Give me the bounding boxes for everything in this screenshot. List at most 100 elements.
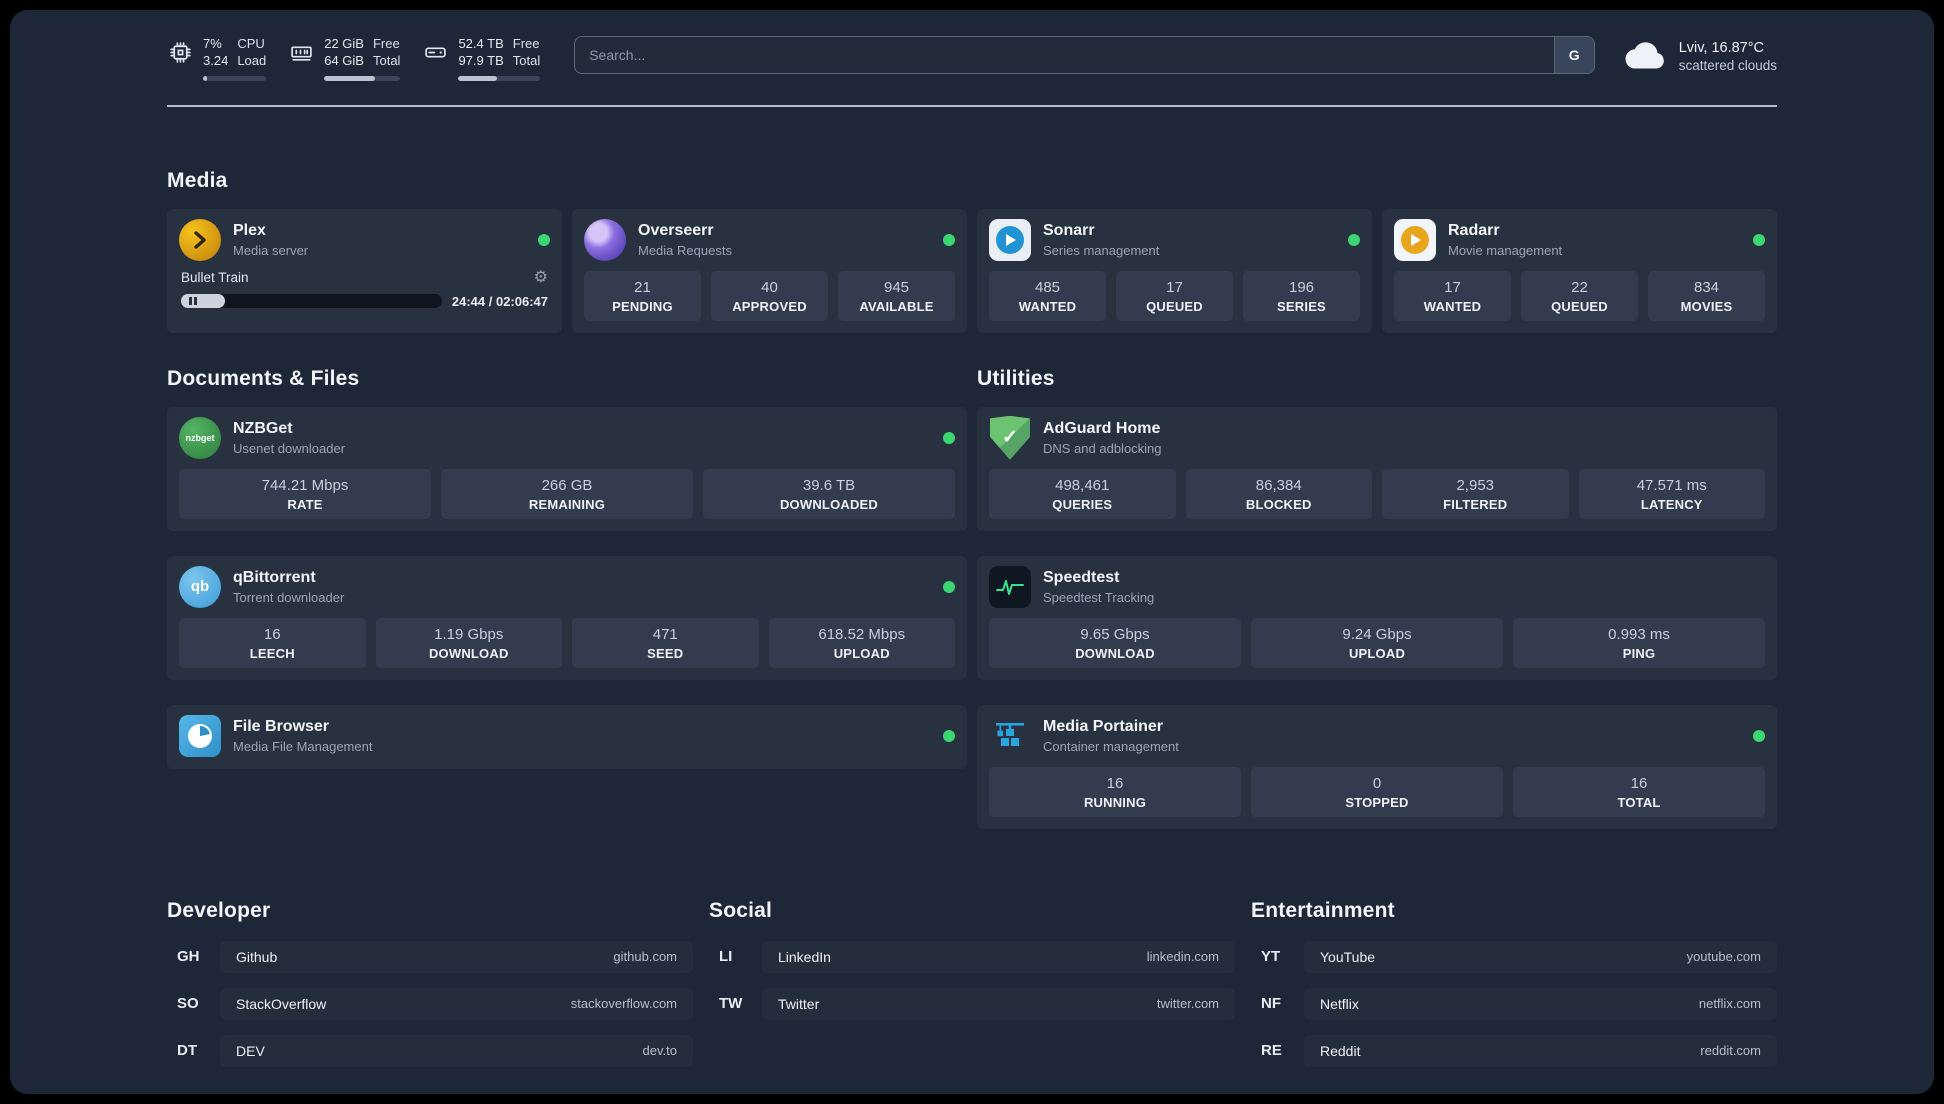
app-card-radarr[interactable]: Radarr Movie management 17 WANTED 22 QUE… [1382, 208, 1777, 333]
bookmark-abbr: GH [177, 948, 200, 966]
stats-row: 485 WANTED 17 QUEUED 196 SERIES [989, 270, 1360, 321]
cpu-progress-bar [203, 75, 267, 81]
app-subtitle: Media server [233, 242, 309, 258]
disk-metric: 52.4 TB 97.9 TB Free Total [422, 36, 541, 81]
app-card-portainer[interactable]: Media Portainer Container management 16 … [977, 704, 1777, 829]
stat-tile: 17 WANTED [1394, 270, 1511, 321]
bookmark-link-linkedin[interactable]: LinkedIn linkedin.com [762, 940, 1235, 973]
stat-label: SERIES [1277, 298, 1326, 314]
stats-row: 16 LEECH 1.19 Gbps DOWNLOAD 471 SEED 618… [179, 617, 955, 668]
bookmark-link-twitter[interactable]: Twitter twitter.com [762, 987, 1235, 1020]
app-card-filebrowser[interactable]: File Browser Media File Management [167, 704, 967, 769]
stat-value: 21 [634, 278, 651, 296]
bookmark-abbr: NF [1261, 995, 1281, 1013]
ram-progress-bar [324, 75, 401, 81]
stat-label: DOWNLOAD [428, 645, 509, 661]
search-engine-button[interactable]: G [1553, 37, 1594, 74]
search-input[interactable] [575, 37, 1554, 74]
bookmark-link-stackoverflow[interactable]: StackOverflow stackoverflow.com [220, 987, 693, 1020]
bookmark-link-reddit[interactable]: Reddit reddit.com [1304, 1034, 1777, 1067]
bookmark-link-netflix[interactable]: Netflix netflix.com [1304, 987, 1777, 1020]
app-card-qbittorrent[interactable]: qb qBittorrent Torrent downloader 16 LEE… [167, 555, 967, 680]
now-playing-title: Bullet Train [181, 270, 249, 286]
stat-label: DOWNLOADED [779, 496, 879, 512]
gear-icon[interactable]: ⚙ [534, 269, 548, 286]
cloud-icon [1623, 38, 1667, 75]
bookmark-row: GH Github github.com [167, 940, 693, 973]
stat-label: FILTERED [1443, 496, 1508, 512]
overseerr-icon [584, 218, 626, 261]
bookmark-row: SO StackOverflow stackoverflow.com [167, 987, 693, 1020]
cpu-label: CPU [237, 36, 265, 51]
stat-label: QUEUED [1146, 298, 1203, 314]
section-utilities: Utilities ✓ AdGuard Home DNS and adblock… [977, 367, 1777, 829]
stat-label: LEECH [249, 645, 295, 661]
bookmark-abbr: RE [1261, 1042, 1282, 1060]
stat-label: RUNNING [1083, 794, 1147, 810]
bookmark-abbr: YT [1261, 948, 1281, 966]
app-card-plex[interactable]: Plex Media server Bullet Train ⚙ 24:44 /… [167, 208, 562, 333]
stat-tile: 266 GB REMAINING [441, 468, 693, 519]
stat-tile: 618.52 Mbps UPLOAD [768, 617, 955, 668]
stats-row: 744.21 Mbps RATE 266 GB REMAINING 39.6 T… [179, 468, 955, 519]
stat-value: 485 [1034, 278, 1061, 296]
stat-tile: 17 QUEUED [1116, 270, 1233, 321]
stat-value: 22 [1571, 278, 1588, 296]
radarr-icon [1394, 218, 1436, 261]
stat-label: STOPPED [1345, 794, 1409, 810]
app-card-nzbget[interactable]: nzbget NZBGet Usenet downloader 744.21 M… [167, 406, 967, 531]
app-name: File Browser [233, 717, 330, 735]
stat-tile: 9.24 Gbps UPLOAD [1251, 617, 1503, 668]
app-card-overseerr[interactable]: Overseerr Media Requests 21 PENDING 40 A… [572, 208, 967, 333]
section-title-entertainment: Entertainment [1251, 898, 1395, 922]
status-online-dot [538, 233, 550, 246]
app-card-speedtest[interactable]: Speedtest Speedtest Tracking 9.65 Gbps D… [977, 555, 1777, 680]
weather-condition: scattered clouds [1678, 57, 1777, 73]
bookmark-link-youtube[interactable]: YouTube youtube.com [1304, 940, 1777, 973]
disk-free-label: Free [512, 36, 540, 51]
stat-value: 86,384 [1255, 476, 1302, 494]
weather-location: Lviv, 16.87°C [1678, 39, 1765, 56]
section-media: Media Plex Media server Bullet Train ⚙ 2… [167, 169, 1777, 333]
app-name: Sonarr [1043, 221, 1095, 239]
stat-value: 744.21 Mbps [261, 476, 349, 494]
stat-label: QUERIES [1052, 496, 1113, 512]
app-card-adguard[interactable]: ✓ AdGuard Home DNS and adblocking 498,46… [977, 406, 1777, 531]
disk-progress-bar [458, 75, 541, 81]
stat-label: MOVIES [1680, 298, 1733, 314]
status-online-dot [1753, 729, 1765, 742]
topbar: 7% 3.24 CPU Load 22 GiB 64 GiB Free Tota… [167, 36, 1777, 81]
status-online-dot [943, 580, 955, 593]
stat-tile: 47.571 ms LATENCY [1578, 468, 1765, 519]
ram-free-label: Free [372, 36, 400, 51]
stat-tile: 485 WANTED [989, 270, 1106, 321]
stat-value: 471 [652, 625, 678, 643]
plex-now-playing-widget: Bullet Train ⚙ 24:44 / 02:06:47 [179, 269, 550, 309]
cpu-icon [167, 39, 194, 66]
stats-row: 16 RUNNING 0 STOPPED 16 TOTAL [989, 766, 1765, 817]
plex-icon [179, 218, 221, 261]
ram-total-value: 64 GiB [324, 52, 364, 68]
bookmark-group-entertainment: Entertainment YT YouTube youtube.com NF … [1251, 899, 1777, 1067]
playback-progress-bar[interactable] [181, 294, 442, 309]
app-name: Overseerr [638, 221, 714, 239]
status-online-dot [943, 729, 955, 742]
stat-tile: 39.6 TB DOWNLOADED [703, 468, 955, 519]
stat-tile: 16 RUNNING [989, 766, 1241, 817]
stat-value: 17 [1444, 278, 1461, 296]
stat-value: 618.52 Mbps [818, 625, 906, 643]
app-card-sonarr[interactable]: Sonarr Series management 485 WANTED 17 Q… [977, 208, 1372, 333]
app-subtitle: Series management [1043, 242, 1160, 258]
bookmark-row: LI LinkedIn linkedin.com [709, 940, 1235, 973]
nzbget-icon: nzbget [179, 416, 221, 459]
stat-label: QUEUED [1551, 298, 1608, 314]
search-bar: G [574, 36, 1595, 75]
system-metrics: 7% 3.24 CPU Load 22 GiB 64 GiB Free Tota… [167, 36, 541, 81]
stat-value: 1.19 Gbps [434, 625, 504, 643]
stats-row: 9.65 Gbps DOWNLOAD 9.24 Gbps UPLOAD 0.99… [989, 617, 1765, 668]
stat-label: WANTED [1018, 298, 1077, 314]
bookmark-link-github[interactable]: Github github.com [220, 940, 693, 973]
stat-label: BLOCKED [1245, 496, 1312, 512]
pause-icon[interactable] [189, 297, 197, 306]
bookmark-link-dev[interactable]: DEV dev.to [220, 1034, 693, 1067]
